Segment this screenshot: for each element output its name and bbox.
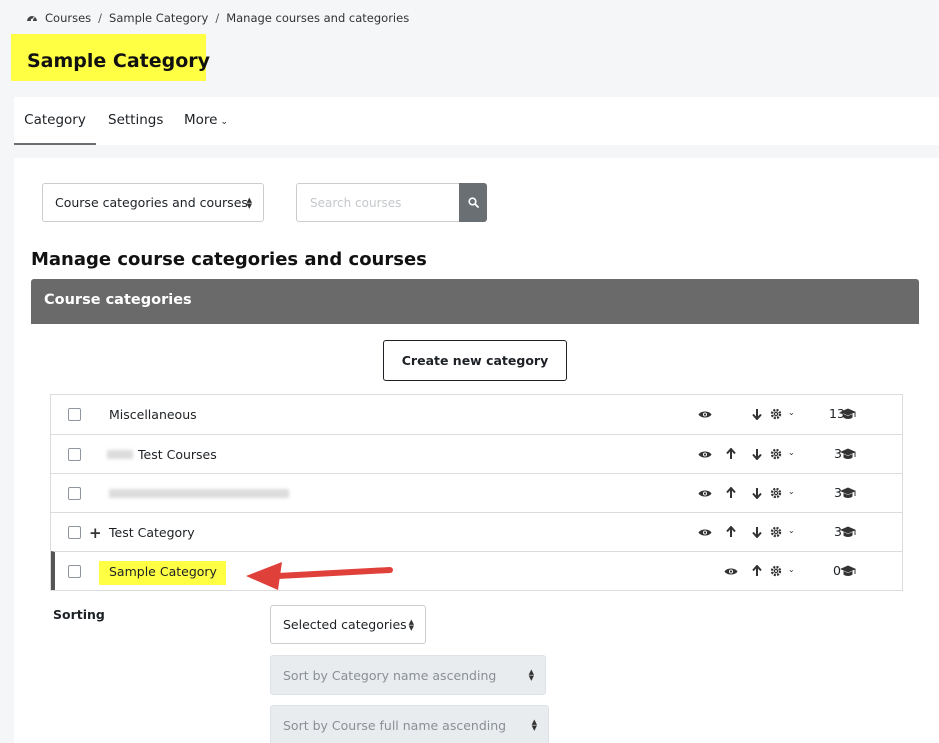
tab-more[interactable]: More ⌄ [184, 97, 228, 145]
breadcrumb-current: Manage courses and categories [226, 11, 410, 25]
select-arrows-icon: ▲ ▼ [408, 617, 414, 632]
category-checkbox[interactable] [68, 487, 81, 500]
move-up-icon[interactable] [724, 486, 738, 500]
chevron-down-icon: ⌄ [220, 117, 229, 127]
breadcrumb: Courses / Sample Category / Manage cours… [26, 11, 409, 25]
graduation-cap-icon [840, 408, 856, 419]
eye-icon[interactable] [724, 564, 738, 578]
move-down-icon[interactable] [750, 486, 764, 500]
move-up-icon[interactable] [724, 525, 738, 539]
category-row-miscellaneous: Miscellaneous ⌄ 13 [51, 395, 902, 434]
breadcrumb-separator: / [215, 11, 220, 25]
chevron-down-icon[interactable]: ⌄ [788, 408, 795, 417]
search-courses-input[interactable] [296, 183, 460, 222]
search-button[interactable] [459, 183, 487, 222]
category-name-link[interactable]: Miscellaneous [109, 407, 197, 422]
dashboard-icon [27, 16, 37, 22]
move-down-icon[interactable] [750, 447, 764, 461]
category-name-link[interactable]: Sample Category [109, 564, 217, 579]
breadcrumb-separator: / [98, 11, 103, 25]
graduation-cap-icon [840, 448, 856, 459]
category-row-sample-category: Sample Category ⌄ 0 [51, 551, 902, 590]
course-sort-value: Sort by Course full name ascending [283, 717, 507, 733]
eye-icon[interactable] [698, 447, 712, 461]
category-sort-value: Sort by Category name ascending [283, 667, 497, 683]
category-checkbox[interactable] [68, 448, 81, 461]
eye-icon[interactable] [698, 407, 712, 421]
expand-plus-icon[interactable]: + [89, 524, 102, 542]
category-sort-select[interactable]: Sort by Category name ascending ▲ ▼ [270, 655, 546, 695]
course-categories-title: Course categories [44, 292, 192, 308]
chevron-down-icon[interactable]: ⌄ [788, 526, 795, 535]
course-categories-header: Course categories [31, 279, 919, 324]
gear-icon[interactable] [769, 564, 783, 578]
category-checkbox[interactable] [68, 565, 81, 578]
category-row-test-courses: Test Courses ⌄ 3 [51, 434, 902, 473]
secondary-navigation: Category Settings More ⌄ [14, 97, 939, 145]
breadcrumb-sample-category[interactable]: Sample Category [109, 11, 208, 25]
sorting-scope-select[interactable]: Selected categories ▲ ▼ [270, 605, 426, 644]
annotation-arrow [246, 562, 393, 590]
tab-category[interactable]: Category [14, 97, 96, 145]
sorting-scope-value: Selected categories [283, 617, 407, 632]
chevron-down-icon[interactable]: ⌄ [788, 448, 795, 457]
create-new-category-button[interactable]: Create new category [383, 340, 567, 381]
category-checkbox[interactable] [68, 408, 81, 421]
chevron-down-icon[interactable]: ⌄ [788, 565, 795, 574]
graduation-cap-icon [840, 526, 856, 537]
move-up-icon[interactable] [750, 564, 764, 578]
gear-icon[interactable] [769, 486, 783, 500]
move-up-icon[interactable] [724, 447, 738, 461]
select-arrows-icon: ▲ ▼ [528, 668, 534, 682]
tab-settings[interactable]: Settings [108, 97, 163, 145]
gear-icon[interactable] [769, 525, 783, 539]
page-title-highlight: Sample Category [11, 34, 210, 81]
search-icon [467, 197, 479, 208]
graduation-cap-icon [840, 565, 856, 576]
category-row-redacted: ⌄ 3 [51, 473, 902, 512]
category-name-link[interactable]: Test Courses [138, 447, 217, 462]
category-row-test-category: + Test Category ⌄ 3 [51, 512, 902, 551]
redacted-text [107, 450, 133, 459]
course-sort-select[interactable]: Sort by Course full name ascending ▲ ▼ [270, 705, 549, 743]
page-title: Sample Category [27, 50, 211, 72]
view-mode-select[interactable]: Course categories and courses ▲ ▼ [42, 183, 264, 222]
eye-icon[interactable] [698, 525, 712, 539]
select-arrows-icon: ▲ ▼ [531, 718, 537, 732]
category-checkbox[interactable] [68, 526, 81, 539]
select-arrows-icon: ▲ ▼ [246, 195, 252, 210]
view-mode-value: Course categories and courses [55, 195, 248, 210]
redacted-category-name[interactable] [109, 489, 289, 498]
category-name-link[interactable]: Test Category [109, 525, 195, 540]
tab-more-label: More [184, 112, 218, 128]
gear-icon[interactable] [769, 407, 783, 421]
move-down-icon[interactable] [750, 525, 764, 539]
category-list: Miscellaneous ⌄ 13 Test Courses ⌄ 3 ⌄ 3 … [50, 394, 903, 591]
gear-icon[interactable] [769, 447, 783, 461]
sorting-label: Sorting [53, 607, 105, 622]
eye-icon[interactable] [698, 486, 712, 500]
move-down-icon[interactable] [750, 407, 764, 421]
chevron-down-icon[interactable]: ⌄ [788, 487, 795, 496]
graduation-cap-icon [840, 487, 856, 498]
section-heading: Manage course categories and courses [31, 249, 427, 270]
breadcrumb-courses[interactable]: Courses [45, 11, 91, 25]
